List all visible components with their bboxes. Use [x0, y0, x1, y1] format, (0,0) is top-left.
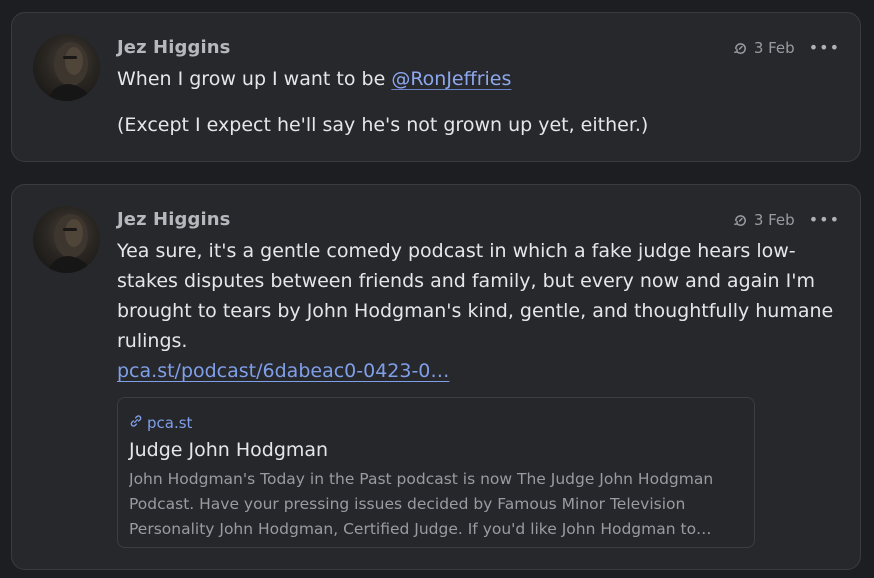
- edit-history-icon[interactable]: [733, 213, 748, 228]
- link-icon: [129, 414, 143, 432]
- preview-domain-text: pca.st: [147, 414, 193, 432]
- post-content: When I grow up I want to be @RonJeffries…: [117, 64, 838, 140]
- timeline-feed: Jez Higgins 3 Feb ••• When I grow up I w…: [0, 0, 874, 578]
- post-meta: 3 Feb •••: [733, 39, 840, 57]
- preview-title: Judge John Hodgman: [129, 439, 329, 461]
- post-date[interactable]: 3 Feb: [754, 39, 795, 57]
- avatar[interactable]: [33, 34, 100, 101]
- post-paragraph: (Except I expect he'll say he's not grow…: [117, 114, 649, 136]
- post-paragraph: Yea sure, it's a gentle comedy podcast i…: [117, 240, 834, 352]
- avatar[interactable]: [33, 206, 100, 273]
- mention-link[interactable]: @RonJeffries: [391, 68, 511, 90]
- post-date[interactable]: 3 Feb: [754, 211, 795, 229]
- preview-description: John Hodgman's Today in the Past podcast…: [129, 470, 714, 538]
- more-options-icon[interactable]: •••: [809, 212, 840, 228]
- link-preview-card[interactable]: pca.st Judge John Hodgman John Hodgman's…: [117, 397, 755, 548]
- post-paragraph: When I grow up I want to be @RonJeffries: [117, 64, 838, 94]
- author-name[interactable]: Jez Higgins: [117, 37, 230, 58]
- author-name[interactable]: Jez Higgins: [117, 209, 230, 230]
- edit-history-icon[interactable]: [733, 41, 748, 56]
- post-text: When I grow up I want to be: [117, 68, 392, 90]
- preview-domain: pca.st: [129, 412, 743, 434]
- post-card[interactable]: Jez Higgins 3 Feb ••• When I grow up I w…: [11, 12, 861, 162]
- post-content: Yea sure, it's a gentle comedy podcast i…: [117, 236, 838, 386]
- more-options-icon[interactable]: •••: [809, 40, 840, 56]
- post-card[interactable]: Jez Higgins 3 Feb ••• Yea sure, it's a g…: [11, 184, 861, 570]
- post-meta: 3 Feb •••: [733, 211, 840, 229]
- post-link[interactable]: pca.st/podcast/6dabeac0-0423-0…: [117, 360, 449, 382]
